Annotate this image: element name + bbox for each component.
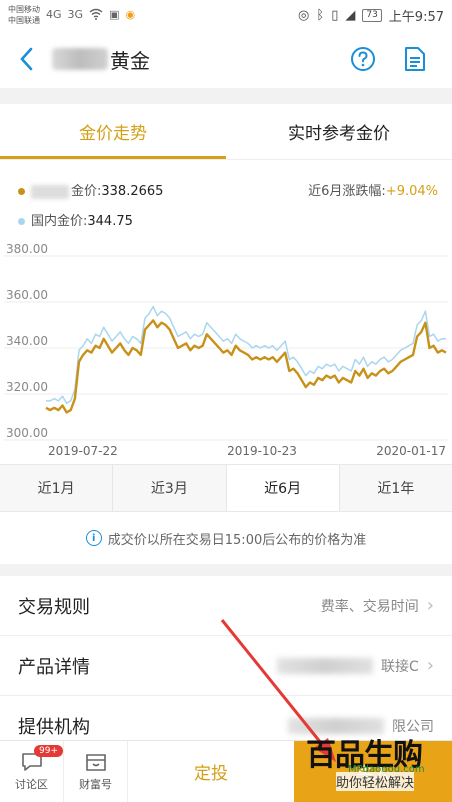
y-tick-label: 320.00 <box>6 380 48 394</box>
signal-icon: ◢ <box>345 7 356 23</box>
app-icon: ◉ <box>125 7 136 21</box>
discuss-button[interactable]: 99+ 讨论区 <box>0 741 64 802</box>
legend-dot-blue <box>18 218 25 225</box>
list-value: 联接C › <box>277 655 434 676</box>
list-label: 交易规则 <box>18 596 90 618</box>
carrier-2: 中国联通 <box>8 16 40 25</box>
y-tick-label: 360.00 <box>6 288 48 302</box>
document-icon <box>405 47 425 71</box>
x-tick-label: 2020-01-17 <box>376 444 446 458</box>
list-value-text: 费率、交易时间 <box>320 598 419 615</box>
legend-dot-gold <box>18 188 25 195</box>
info-icon: i <box>85 530 102 546</box>
bottom-bar: 99+ 讨论区 财富号 定投 买入 <box>0 740 452 802</box>
legend-value-1: 338.2665 <box>101 184 164 199</box>
legend-change: 近6月涨跌幅:+9.04% <box>308 180 438 199</box>
redacted-value <box>277 657 374 674</box>
redacted-value <box>288 717 384 734</box>
page-title-text: 黄金 <box>110 48 150 73</box>
wifi-icon <box>89 8 103 23</box>
y-tick-label: 380.00 <box>6 244 48 256</box>
chevron-right-icon: › <box>426 595 434 616</box>
status-left: 中国移动 中国联通 4G 3G ▣ ◉ <box>8 4 135 26</box>
legend-label-2: 国内金价: <box>31 214 88 229</box>
document-button[interactable] <box>402 46 428 72</box>
invest-button[interactable]: 定投 <box>128 741 294 802</box>
range-1-month[interactable]: 近1月 <box>0 465 114 511</box>
legend-label-1: 金价: <box>71 184 102 199</box>
legend-value-2: 344.75 <box>87 214 133 229</box>
discuss-label: 讨论区 <box>15 778 48 791</box>
legend-series-1: 金价:338.2665 <box>18 180 163 199</box>
help-button[interactable] <box>350 46 376 72</box>
carrier-info: 中国移动 中国联通 <box>8 4 40 26</box>
vibrate-icon: ▯ <box>331 7 339 23</box>
list-label: 产品详情 <box>18 656 90 678</box>
series-line-gold <box>45 319 447 414</box>
redacted-title <box>52 48 108 70</box>
network-2: 3G <box>67 7 84 21</box>
chevron-left-icon <box>20 47 33 71</box>
status-bar: 中国移动 中国联通 4G 3G ▣ ◉ ◎ ᛒ ▯ ◢ 73 上午9:57 <box>0 0 452 30</box>
status-icons: 4G 3G ▣ ◉ <box>46 8 135 23</box>
list-item-trading-rules[interactable]: 交易规则 费率、交易时间 › <box>0 576 452 636</box>
price-notice: i 成交价以所在交易日15:00后公布的价格为准 <box>0 512 452 564</box>
back-button[interactable] <box>0 47 52 71</box>
network-1: 4G <box>46 7 62 21</box>
y-tick-label: 300.00 <box>6 426 48 440</box>
battery-indicator: 73 <box>362 8 382 22</box>
status-right: ◎ ᛒ ▯ ◢ 73 上午9:57 <box>298 6 444 25</box>
nav-actions <box>350 46 452 72</box>
info-list: 交易规则 费率、交易时间 › 产品详情 联接C › 提供机构 限公司 <box>0 576 452 756</box>
discuss-badge: 99+ <box>34 745 63 757</box>
list-value-text: 联接C <box>381 658 419 675</box>
legend-row-1: 金价:338.2665 近6月涨跌幅:+9.04% <box>18 180 438 199</box>
page-title: 黄金 <box>52 45 150 74</box>
change-value: +9.04% <box>385 184 438 199</box>
x-tick-label: 2019-10-23 <box>227 444 297 458</box>
wealth-button[interactable]: 财富号 <box>64 741 128 802</box>
tab-realtime-price[interactable]: 实时参考金价 <box>226 104 452 159</box>
store-icon <box>85 754 106 771</box>
question-icon <box>351 47 375 71</box>
list-value: 限公司 <box>288 716 434 736</box>
range-6-month[interactable]: 近6月 <box>226 465 340 511</box>
redacted-label <box>31 184 69 199</box>
legend-row-2: 国内金价:344.75 <box>18 210 438 229</box>
tab-bar: 金价走势 实时参考金价 <box>0 104 452 160</box>
notice-text: 成交价以所在交易日15:00后公布的价格为准 <box>107 532 367 548</box>
notification-icon: ▣ <box>109 7 120 21</box>
list-value: 费率、交易时间 › <box>321 595 434 616</box>
chevron-right-icon: › <box>426 655 434 676</box>
range-selector: 近1月 近3月 近6月 近1年 <box>0 464 452 512</box>
tab-price-trend[interactable]: 金价走势 <box>0 104 226 159</box>
eye-icon: ◎ <box>298 7 310 23</box>
x-tick-label: 2019-07-22 <box>48 444 118 458</box>
list-value-text: 限公司 <box>392 718 434 735</box>
legend-series-2: 国内金价:344.75 <box>18 210 133 229</box>
price-chart[interactable]: 380.00 360.00 340.00 320.00 300.002019-07-22… <box>0 244 452 464</box>
list-item-product-details[interactable]: 产品详情 联接C › <box>0 636 452 696</box>
carrier-1: 中国移动 <box>8 5 40 14</box>
y-tick-label: 340.00 <box>6 334 48 348</box>
buy-button[interactable]: 买入 <box>294 741 452 802</box>
chart-card: 金价:338.2665 近6月涨跌幅:+9.04% 国内金价:344.75 38… <box>0 160 452 464</box>
change-label: 近6月涨跌幅: <box>308 184 386 199</box>
range-3-month[interactable]: 近3月 <box>113 465 227 511</box>
wealth-label: 财富号 <box>79 778 112 791</box>
list-label: 提供机构 <box>18 716 90 738</box>
bluetooth-icon: ᛒ <box>316 7 325 23</box>
nav-bar: 黄金 <box>0 30 452 88</box>
clock: 上午9:57 <box>388 9 444 25</box>
range-1-year[interactable]: 近1年 <box>340 465 452 511</box>
